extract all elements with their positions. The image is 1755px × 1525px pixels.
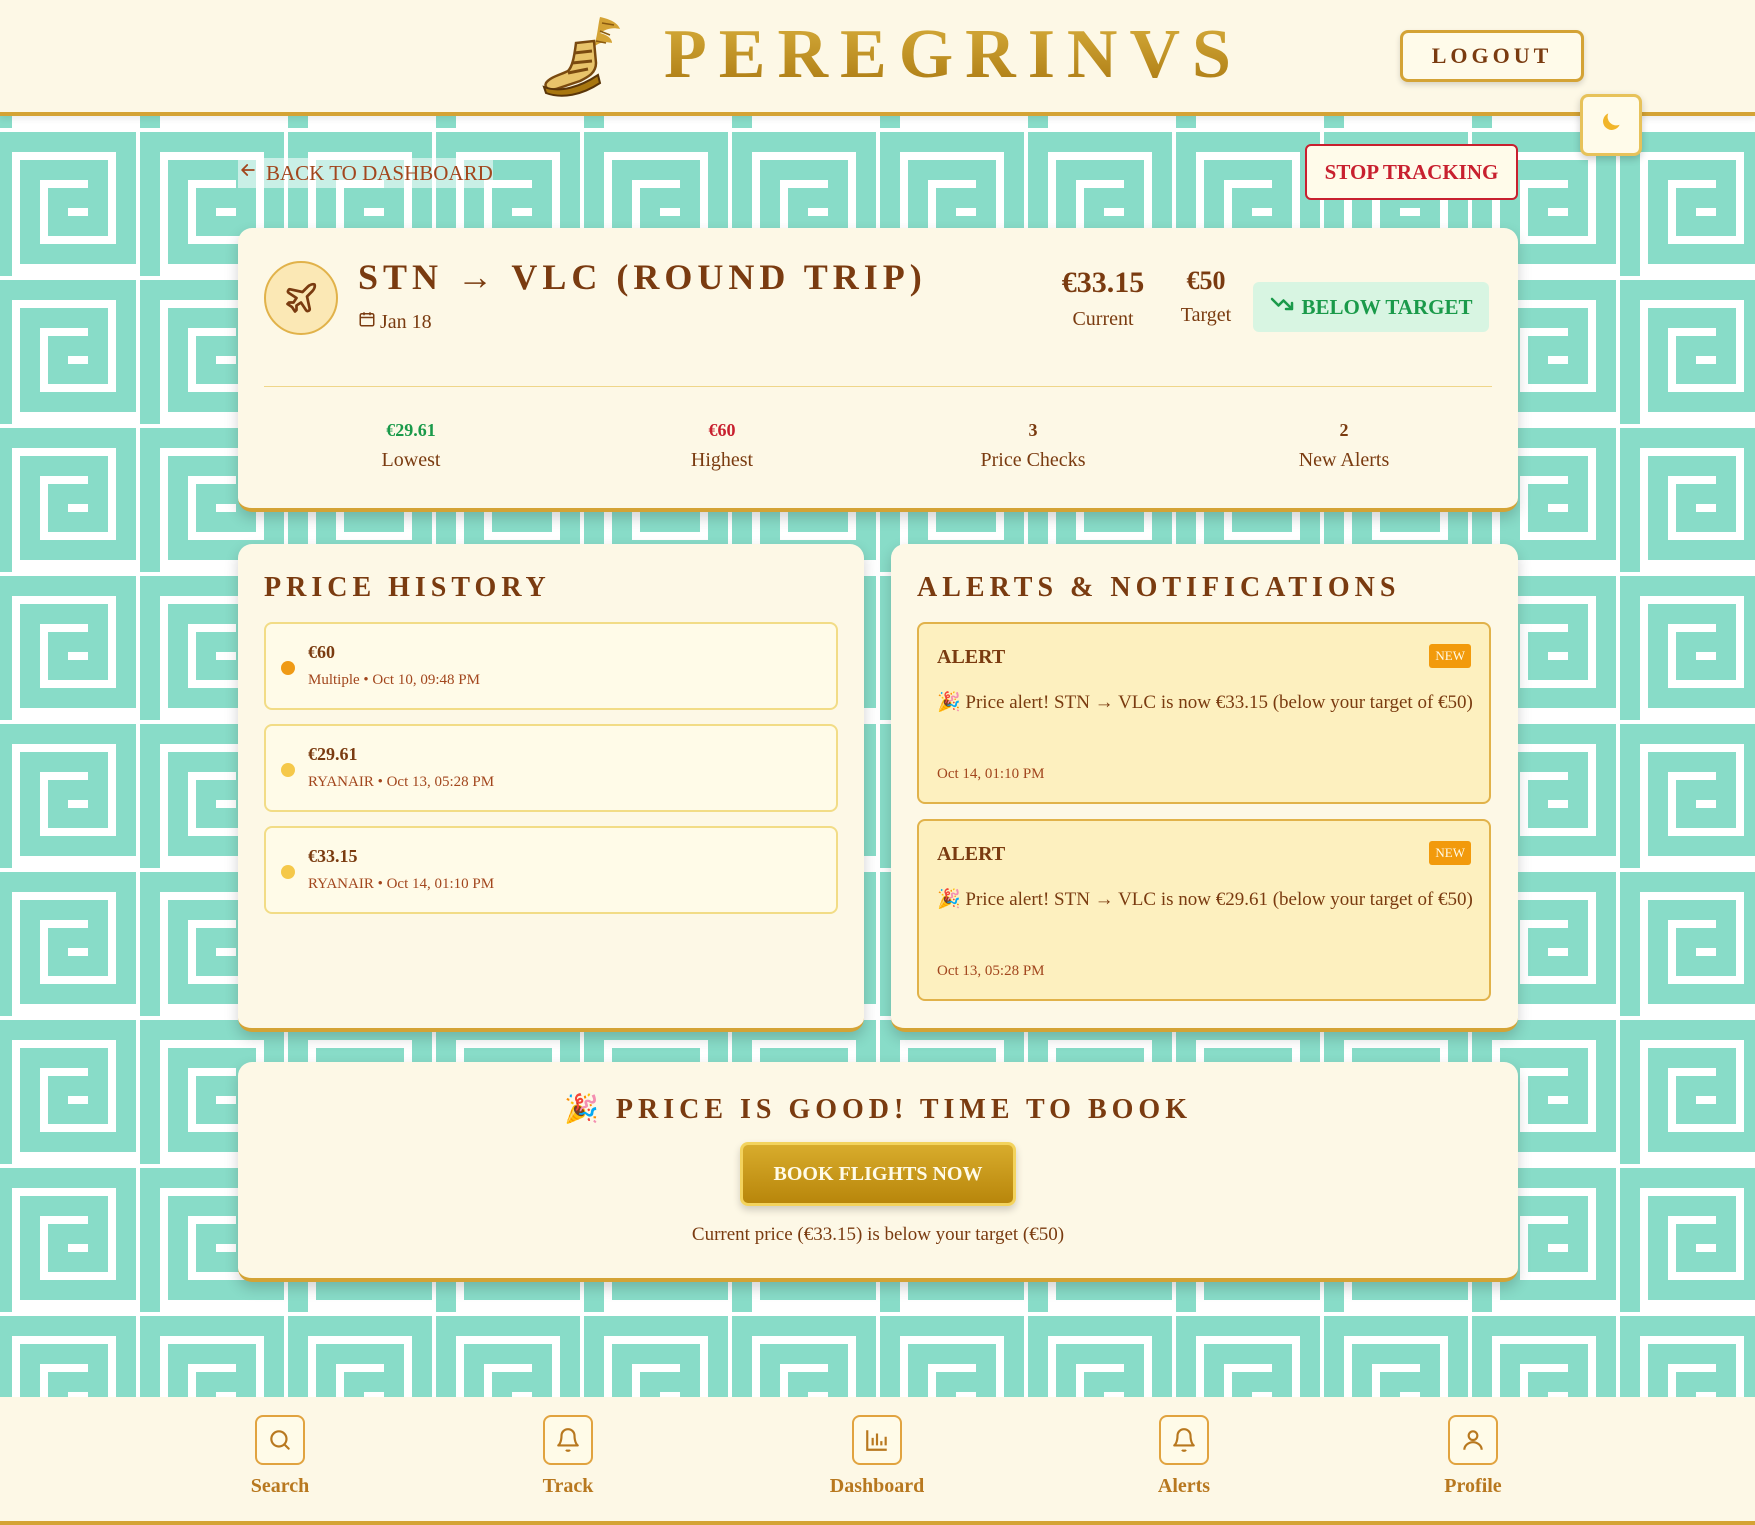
history-item: €33.15 RYANAIR • Oct 14, 01:10 PM — [264, 826, 838, 914]
history-price: €29.61 — [308, 744, 358, 764]
stat-value: 2 — [1339, 420, 1349, 440]
alert-heading: ALERT — [937, 843, 1006, 865]
target-price-value: €50 — [1186, 266, 1226, 295]
history-meta: RYANAIR • Oct 13, 05:28 PM — [308, 774, 495, 790]
alert-message: 🎉 Price alert! STN → VLC is now €33.15 (… — [937, 692, 1473, 713]
book-title: 🎉 PRICE IS GOOD! TIME TO BOOK — [564, 1094, 1192, 1125]
alert-message: 🎉 Price alert! STN → VLC is now €29.61 (… — [937, 889, 1473, 910]
stat-highest: €60 Highest — [622, 420, 822, 472]
stat-value: 3 — [1028, 420, 1038, 440]
search-icon — [255, 1415, 305, 1465]
route-title: STN → VLC (ROUND TRIP) — [358, 257, 927, 297]
stat-label: New Alerts — [1298, 449, 1390, 471]
alert-item[interactable]: ALERT NEW 🎉 Price alert! STN → VLC is no… — [917, 622, 1491, 804]
stat-value: €29.61 — [386, 420, 436, 440]
back-to-dashboard-link[interactable]: BACK TO DASHBOARD — [238, 158, 493, 188]
below-target-badge: BELOW TARGET — [1253, 282, 1489, 332]
book-note: Current price (€33.15) is below your tar… — [691, 1224, 1065, 1245]
bottom-nav: Search Track Dashboard Alerts Profile — [0, 1397, 1755, 1525]
stat-label: Lowest — [381, 449, 441, 471]
winged-sandal-icon — [542, 17, 620, 97]
travel-date: Jan 18 — [358, 310, 432, 334]
nav-label: Track — [542, 1475, 594, 1497]
nav-label: Search — [250, 1475, 310, 1497]
bell-icon — [543, 1415, 593, 1465]
brand[interactable]: PEREGRINVS — [540, 10, 1243, 100]
current-price-value: €33.15 — [1061, 266, 1145, 299]
history-price: €60 — [308, 642, 335, 662]
alert-item[interactable]: ALERT NEW 🎉 Price alert! STN → VLC is no… — [917, 819, 1491, 1001]
plane-icon — [264, 261, 338, 335]
brand-title: PEREGRINVS — [664, 16, 1243, 93]
nav-track[interactable]: Track — [498, 1415, 638, 1498]
history-dot — [281, 661, 295, 675]
nav-dashboard[interactable]: Dashboard — [807, 1415, 947, 1498]
nav-profile[interactable]: Profile — [1403, 1415, 1543, 1498]
history-dot — [281, 763, 295, 777]
travel-date-value: Jan 18 — [380, 310, 432, 333]
stat-price-checks: 3 Price Checks — [933, 420, 1133, 472]
trending-down-icon — [1270, 292, 1294, 322]
calendar-icon — [358, 310, 376, 334]
below-target-label: BELOW TARGET — [1301, 294, 1473, 319]
stat-label: Highest — [690, 449, 754, 471]
theme-toggle-button[interactable] — [1580, 94, 1642, 156]
logout-button[interactable]: LOGOUT — [1400, 30, 1584, 82]
user-icon — [1448, 1415, 1498, 1465]
stat-label: Price Checks — [980, 449, 1086, 471]
nav-label: Dashboard — [829, 1475, 925, 1497]
app-header: PEREGRINVS LOGOUT — [0, 0, 1755, 116]
alerts-title: ALERTS & NOTIFICATIONS — [917, 572, 1401, 603]
moon-icon — [1598, 109, 1624, 142]
flight-summary-card: STN → VLC (ROUND TRIP) Jan 18 €33.15 Cur… — [238, 228, 1518, 512]
new-badge: NEW — [1429, 644, 1471, 668]
new-badge: NEW — [1429, 841, 1471, 865]
nav-label: Alerts — [1157, 1475, 1211, 1497]
history-dot — [281, 865, 295, 879]
alert-heading: ALERT — [937, 646, 1006, 668]
history-item: €60 Multiple • Oct 10, 09:48 PM — [264, 622, 838, 710]
alert-time: Oct 14, 01:10 PM — [937, 766, 1045, 782]
history-meta: RYANAIR • Oct 14, 01:10 PM — [308, 876, 495, 892]
price-history-card: PRICE HISTORY €60 Multiple • Oct 10, 09:… — [238, 544, 864, 1032]
summary-divider — [264, 386, 1492, 387]
book-flights-button[interactable]: BOOK FLIGHTS NOW — [740, 1142, 1016, 1206]
alert-time: Oct 13, 05:28 PM — [937, 963, 1045, 979]
current-price: €33.15 Current — [1038, 268, 1168, 331]
history-meta: Multiple • Oct 10, 09:48 PM — [308, 672, 480, 688]
price-history-title: PRICE HISTORY — [264, 572, 551, 603]
history-item: €29.61 RYANAIR • Oct 13, 05:28 PM — [264, 724, 838, 812]
stat-lowest: €29.61 Lowest — [311, 420, 511, 472]
stat-new-alerts: 2 New Alerts — [1244, 420, 1444, 472]
back-label: BACK TO DASHBOARD — [266, 160, 493, 185]
history-price: €33.15 — [308, 846, 358, 866]
book-card: 🎉 PRICE IS GOOD! TIME TO BOOK BOOK FLIGH… — [238, 1062, 1518, 1282]
current-price-label: Current — [1072, 308, 1134, 330]
bell-icon — [1159, 1415, 1209, 1465]
target-price-label: Target — [1180, 304, 1232, 326]
nav-search[interactable]: Search — [210, 1415, 350, 1498]
stop-tracking-button[interactable]: STOP TRACKING — [1305, 144, 1518, 200]
stat-value: €60 — [708, 420, 736, 440]
nav-alerts[interactable]: Alerts — [1114, 1415, 1254, 1498]
arrow-left-icon — [238, 160, 258, 186]
target-price: €50 Target — [1158, 268, 1254, 327]
nav-label: Profile — [1444, 1475, 1502, 1497]
bar-chart-icon — [852, 1415, 902, 1465]
alerts-card: ALERTS & NOTIFICATIONS ALERT NEW 🎉 Price… — [891, 544, 1518, 1032]
